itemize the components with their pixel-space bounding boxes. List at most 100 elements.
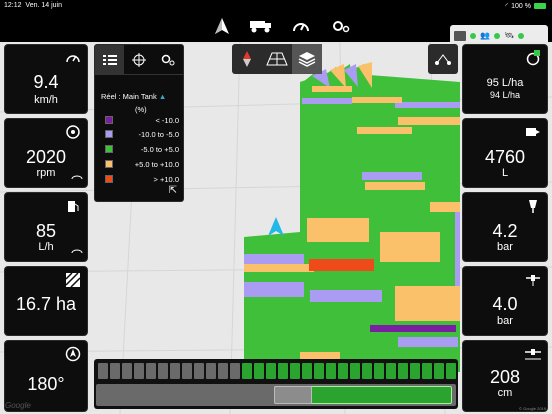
boom-height-unit: cm: [497, 387, 513, 399]
boom-section[interactable]: [170, 363, 180, 379]
legend-row: -10.0 to -5.0: [105, 130, 185, 139]
guidance-arrow-icon: [215, 18, 229, 34]
tile-boom-pressure[interactable]: 4.0 bar: [462, 266, 548, 336]
field-boundary-control: [428, 44, 458, 74]
tile-pressure[interactable]: 4.2 bar: [462, 192, 548, 262]
boom-height-icon: [525, 349, 541, 360]
tile-application-rate[interactable]: 95 L/ha 94 L/ha: [462, 44, 548, 114]
boom-section[interactable]: [122, 363, 132, 379]
boom-section[interactable]: [278, 363, 288, 379]
tile-pto-rpm[interactable]: 2020 rpm: [4, 118, 88, 188]
layers-icon: [298, 52, 316, 67]
tank-volume-unit: L: [501, 167, 509, 179]
boom-height-value: 208: [489, 367, 521, 387]
tab-legend[interactable]: [95, 45, 125, 75]
nav-guidance-button[interactable]: [207, 13, 237, 39]
legend-swatch: [105, 130, 113, 138]
map-layer-icon: ▲: [158, 92, 167, 101]
boom-section[interactable]: [398, 363, 408, 379]
perspective-view-button[interactable]: [262, 44, 292, 74]
boom-section[interactable]: [218, 363, 228, 379]
boom-section[interactable]: [446, 363, 456, 379]
legend-tabs: [95, 45, 183, 75]
speed-value: 9.4: [33, 72, 59, 92]
tractor-position-icon: [268, 217, 284, 236]
boom-section[interactable]: [374, 363, 384, 379]
boom-width-slider[interactable]: [96, 384, 456, 406]
legend-label: -10.0 to -5.0: [138, 130, 179, 139]
boom-section[interactable]: [290, 363, 300, 379]
tile-boom-height[interactable]: 208 cm: [462, 340, 548, 412]
nav-machine-button[interactable]: [246, 13, 276, 39]
wifi-icon: ◜: [505, 3, 509, 10]
boom-section[interactable]: [326, 363, 336, 379]
boom-section[interactable]: [266, 363, 276, 379]
boom-section[interactable]: [206, 363, 216, 379]
legend-row: < -10.0: [105, 116, 185, 125]
speed-unit: km/h: [34, 94, 58, 106]
legend-title: Réel : Main Tank ▲: [101, 92, 167, 101]
layers-button[interactable]: [292, 44, 322, 74]
satellite-icon: 🛰: [503, 31, 515, 40]
over-application-patch: [309, 259, 374, 271]
tile-tank-volume[interactable]: 4760 L: [462, 118, 548, 188]
fuel-rate-value: 85: [35, 221, 57, 241]
boom-section[interactable]: [386, 363, 396, 379]
speedometer-icon: [66, 55, 80, 63]
legend-unit: (%): [135, 105, 147, 114]
boom-section[interactable]: [314, 363, 324, 379]
boom-slider-handle[interactable]: [274, 386, 312, 404]
boom-section[interactable]: [410, 363, 420, 379]
legend-swatch: [105, 145, 113, 153]
boom-section[interactable]: [158, 363, 168, 379]
pressure-unit: bar: [497, 241, 513, 253]
display-icon: [454, 30, 466, 41]
boom-section[interactable]: [230, 363, 240, 379]
battery-icon: [534, 3, 546, 9]
map-view-controls: [232, 44, 322, 74]
heading-value: 180°: [27, 374, 65, 394]
legend-swatch: [105, 160, 113, 168]
boom-section[interactable]: [242, 363, 252, 379]
boom-section[interactable]: [338, 363, 348, 379]
boom-section[interactable]: [134, 363, 144, 379]
users-status-dot: [493, 32, 500, 39]
nav-dashboard-button[interactable]: [286, 13, 316, 39]
boom-section[interactable]: [302, 363, 312, 379]
boom-section[interactable]: [110, 363, 120, 379]
tile-speed[interactable]: 9.4 km/h: [4, 44, 88, 114]
boom-section[interactable]: [146, 363, 156, 379]
boom-section[interactable]: [194, 363, 204, 379]
tile-swap-icon: [71, 249, 83, 254]
boom-section[interactable]: [182, 363, 192, 379]
tile-fuel-rate[interactable]: 85 L/h: [4, 192, 88, 262]
boom-section[interactable]: [254, 363, 264, 379]
collapse-legend-icon[interactable]: ⇱: [169, 185, 177, 196]
tile-area[interactable]: 16.7 ha: [4, 266, 88, 336]
boundary-button[interactable]: [428, 44, 458, 74]
crosshair-icon: [131, 53, 146, 67]
tile-swap-icon: [71, 175, 83, 180]
legend-row: +5.0 to +10.0: [105, 160, 185, 169]
legend-label: < -10.0: [155, 116, 179, 125]
boom-section[interactable]: [434, 363, 444, 379]
boom-section[interactable]: [350, 363, 360, 379]
tab-target[interactable]: [124, 45, 153, 75]
display-status-dot: [470, 32, 476, 39]
boom-section[interactable]: [422, 363, 432, 379]
gear-icon: [333, 21, 350, 33]
north-up-button[interactable]: [232, 44, 262, 74]
boom-section[interactable]: [98, 363, 108, 379]
boom-section[interactable]: [362, 363, 372, 379]
legend-swatch: [105, 175, 113, 183]
gnss-status-dot: [518, 32, 525, 39]
nav-settings-button[interactable]: [326, 13, 356, 39]
map-logo: Google: [5, 401, 31, 410]
area-value: 16.7 ha: [15, 294, 77, 314]
list-icon: [102, 55, 117, 65]
tab-legend-settings[interactable]: [154, 45, 183, 75]
compass-heading-icon: [65, 346, 81, 362]
field-grid-icon: [266, 52, 288, 66]
pressure-icon: [529, 200, 537, 213]
pto-rpm-value: 2020: [25, 147, 67, 167]
